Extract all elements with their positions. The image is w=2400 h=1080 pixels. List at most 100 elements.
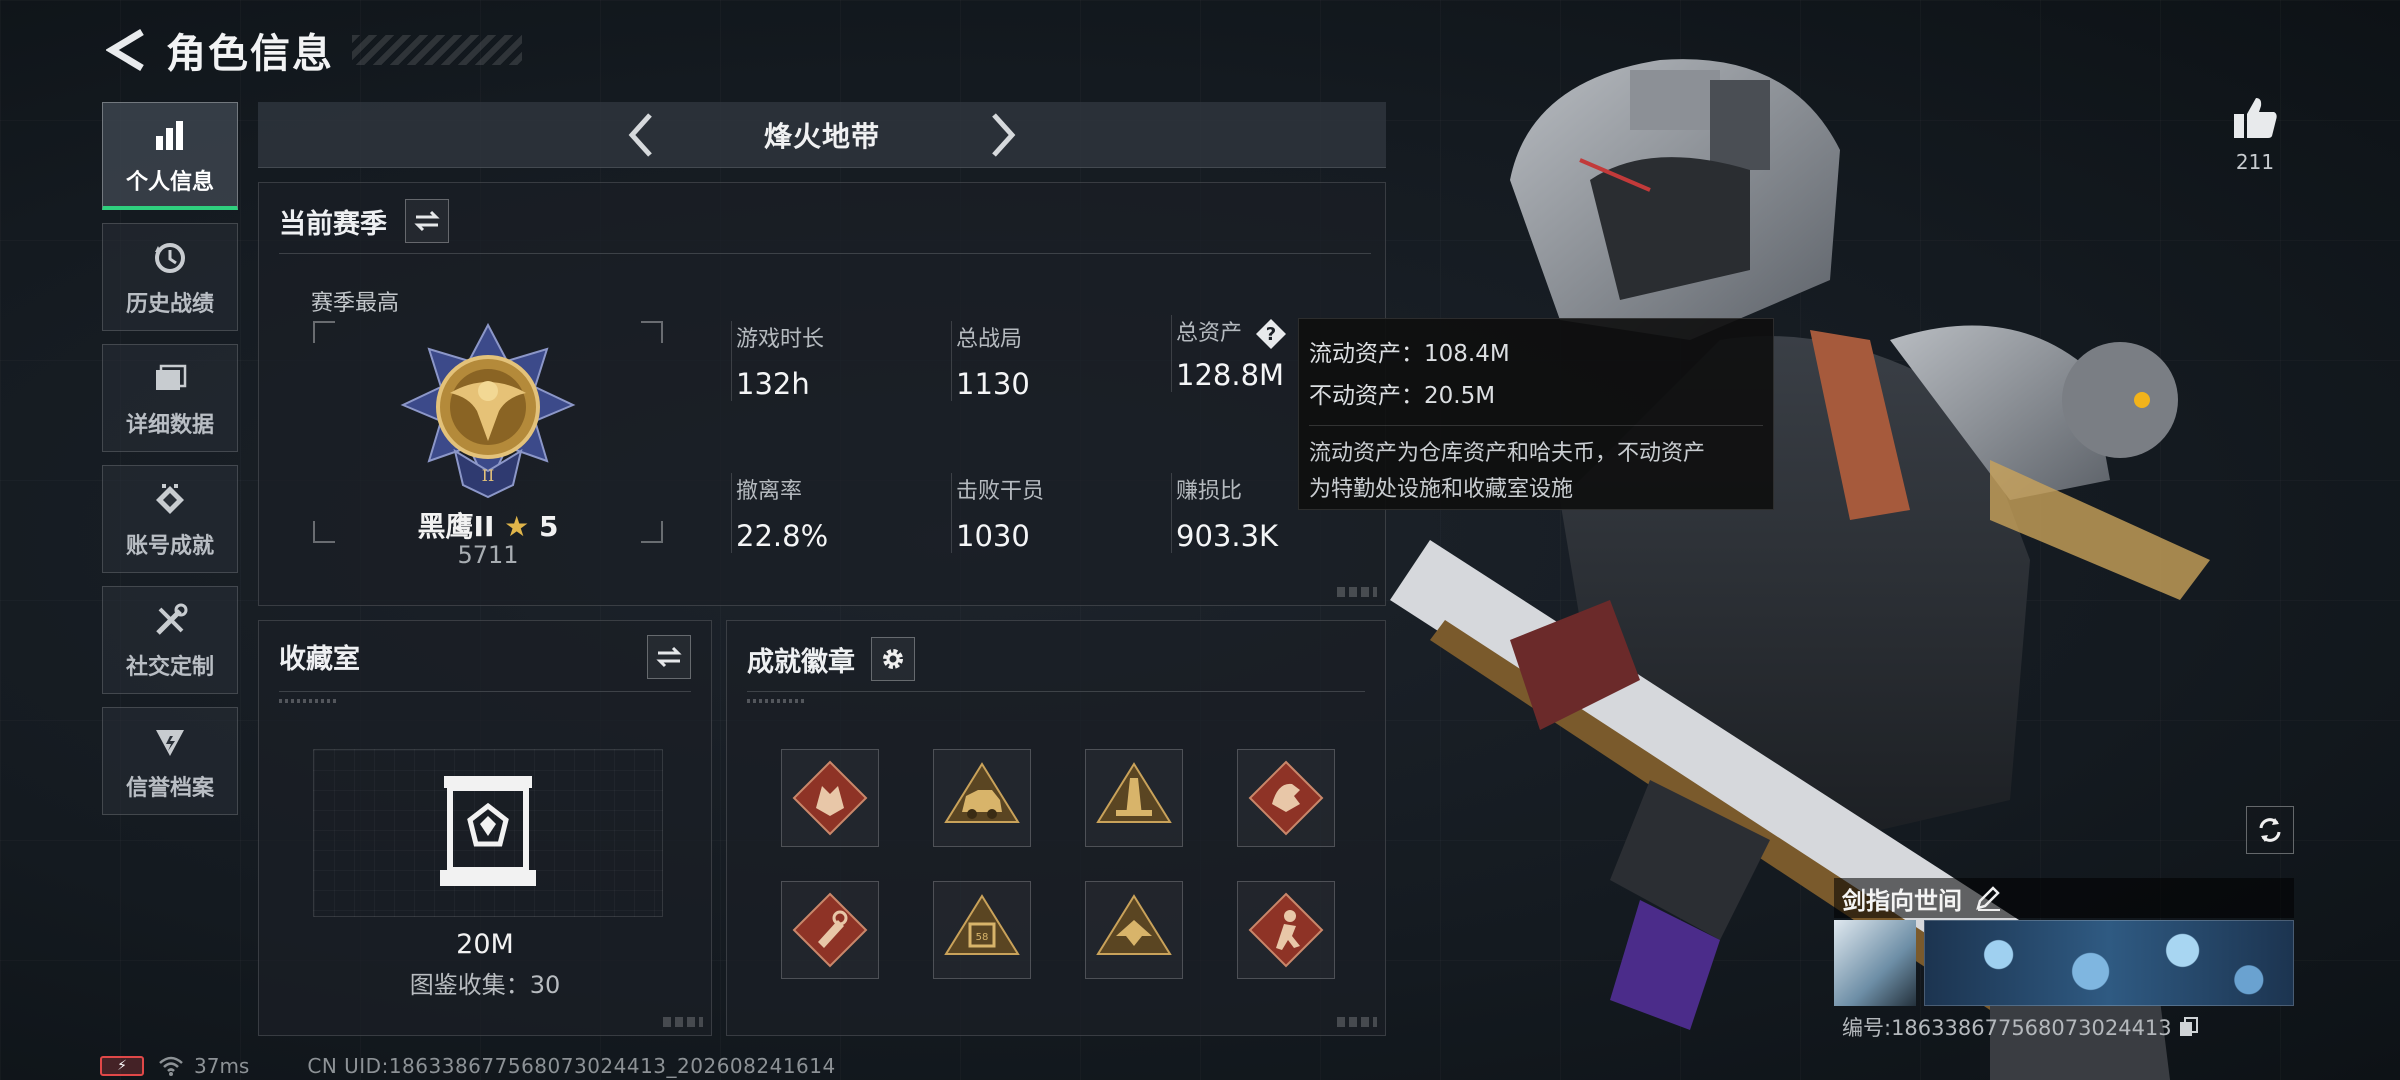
back-arrow-icon xyxy=(106,28,144,72)
sidebar-item-label: 社交定制 xyxy=(125,655,214,680)
player-name: 剑指向世间 xyxy=(1842,886,1962,915)
black-hawk-rank-icon: II xyxy=(400,322,576,499)
help-icon[interactable]: ? xyxy=(1255,318,1287,350)
chevron-left-icon xyxy=(628,113,652,157)
edit-pencil-icon[interactable] xyxy=(1974,884,2002,912)
stat-value: 128.8M xyxy=(1176,358,1285,392)
mode-next-button[interactable] xyxy=(978,110,1028,160)
sidebar-item-reputation[interactable]: 信誉档案 xyxy=(102,707,238,815)
stat-label: 总战局 xyxy=(956,327,1023,352)
sidebar-item-label: 账号成就 xyxy=(125,534,214,559)
achievement-badges-panel: 成就徽章 58 xyxy=(726,620,1386,1036)
badge-slot[interactable] xyxy=(1237,749,1335,847)
achievement-diamond-icon xyxy=(148,478,192,522)
like-count: 211 xyxy=(2235,150,2275,174)
frame-corner xyxy=(313,321,335,343)
badges-settings-button[interactable] xyxy=(871,637,915,681)
sidebar-item-detailed-data[interactable]: 详细数据 xyxy=(102,344,238,452)
page-title: 角色信息 xyxy=(166,31,334,77)
collection-switch-button[interactable] xyxy=(647,635,691,679)
collection-title: 收藏室 xyxy=(279,644,360,675)
stat-value: 132h xyxy=(736,367,810,401)
collection-display[interactable] xyxy=(313,749,663,917)
mode-title: 烽火地带 xyxy=(763,119,880,153)
sidebar-item-personal-info[interactable]: 个人信息 xyxy=(102,102,238,210)
tool-badge-icon xyxy=(792,892,868,968)
collection-panel-header: 收藏室 xyxy=(279,637,360,676)
stat-value: 1130 xyxy=(956,367,1030,401)
crate-badge-icon: 58 xyxy=(944,894,1020,955)
wifi-icon xyxy=(159,1056,183,1076)
stat-extraction-rate: 撤离率 22.8% xyxy=(731,473,828,553)
like-button[interactable]: 211 xyxy=(2222,96,2288,174)
status-bar: ⚡ 37ms CN UID:1863386775680730244​13_202… xyxy=(100,1054,836,1078)
namecard-banner-image[interactable] xyxy=(1924,920,2294,1006)
badge-slot[interactable] xyxy=(781,881,879,979)
stat-value: 1030 xyxy=(956,519,1030,553)
badge-slot[interactable] xyxy=(1085,749,1183,847)
season-switch-button[interactable] xyxy=(405,199,449,243)
stat-value: 903.3K xyxy=(1176,519,1279,553)
title-decoration xyxy=(352,35,522,65)
stat-total-assets: 总资产 ? 128.8M xyxy=(1171,315,1287,392)
stat-label: 撤离率 xyxy=(736,479,803,504)
ping-value: 37ms xyxy=(194,1054,250,1078)
badge-slot[interactable]: 58 xyxy=(933,881,1031,979)
collection-value: 20M xyxy=(456,929,514,960)
badge-slot[interactable] xyxy=(781,749,879,847)
frame-corner xyxy=(641,321,663,343)
stat-label: 总资产 ? xyxy=(1176,315,1287,350)
stat-play-time: 游戏时长 132h xyxy=(731,321,824,401)
reputation-shield-icon xyxy=(148,720,192,764)
swap-icon xyxy=(414,210,440,232)
asset-tooltip: 流动资产：108.4M 不动资产：20.5M 流动资产为仓库资产和哈夫币，不动资… xyxy=(1298,318,1774,510)
swap-icon xyxy=(656,646,682,668)
badges-panel-header: 成就徽章 xyxy=(747,637,915,681)
display-case-icon xyxy=(440,776,536,886)
vehicle-badge-icon xyxy=(944,762,1020,823)
svg-text:II: II xyxy=(482,466,495,485)
badge-slot[interactable] xyxy=(1237,881,1335,979)
player-id: 编号:1863386775680730244​13 xyxy=(1842,1016,2172,1040)
corner-decoration xyxy=(1337,1017,1377,1027)
badge-slot[interactable] xyxy=(1085,881,1183,979)
avatar-thumbnail[interactable] xyxy=(1834,920,1916,1006)
sidebar-item-label: 个人信息 xyxy=(125,169,214,195)
rotate-character-button[interactable] xyxy=(2246,806,2294,854)
svg-text:58: 58 xyxy=(976,932,989,943)
sidebar-item-label: 详细数据 xyxy=(125,413,214,438)
player-name-row: 剑指向世间 xyxy=(1834,878,2294,918)
stat-value: 22.8% xyxy=(736,519,829,553)
back-button[interactable] xyxy=(100,24,152,76)
divider xyxy=(747,691,1365,692)
badge-slot[interactable] xyxy=(933,749,1031,847)
history-clock-icon xyxy=(148,236,192,280)
folder-icon xyxy=(148,357,192,401)
mode-prev-button[interactable] xyxy=(616,110,666,160)
soldier-badge-icon xyxy=(1248,892,1324,968)
sidebar-item-label: 信誉档案 xyxy=(125,776,214,801)
star-icon: ★ xyxy=(504,510,530,543)
tooltip-liquid-assets: 流动资产：108.4M xyxy=(1309,341,1510,367)
copy-icon[interactable] xyxy=(2178,1016,2200,1038)
sidebar-item-history[interactable]: 历史战绩 xyxy=(102,223,238,331)
stat-label: 击败干员 xyxy=(956,479,1045,504)
sidebar-item-social-custom[interactable]: 社交定制 xyxy=(102,586,238,694)
stat-label: 游戏时长 xyxy=(736,327,825,352)
chevron-right-icon xyxy=(992,113,1016,157)
tooltip-description-line1: 流动资产为仓库资产和哈夫币，不动资产 xyxy=(1309,441,1706,466)
player-id-row: 编号:1863386775680730244​13 xyxy=(1842,1012,2200,1042)
divider xyxy=(279,253,1371,254)
panel-tag-decoration xyxy=(279,699,339,703)
season-panel: 当前赛季 赛季最高 II 黑鹰II ★ 5 5711 游戏时长 132h 总战局… xyxy=(258,182,1386,606)
sidebar-item-account-achievements[interactable]: 账号成就 xyxy=(102,465,238,573)
season-title: 当前赛季 xyxy=(279,208,387,240)
mode-switcher: 烽火地带 xyxy=(258,102,1386,168)
client-uid: CN UID:1863386775680730244​13_2026082416… xyxy=(307,1054,836,1078)
tower-badge-icon xyxy=(1096,762,1172,823)
stat-operators-defeated: 击败干员 1030 xyxy=(951,473,1044,553)
player-namecard: 剑指向世间 编号:1863386775680730244​13 xyxy=(1834,878,2294,1040)
stat-label-text: 总资产 xyxy=(1176,321,1243,346)
season-best-label: 赛季最高 xyxy=(311,291,400,316)
wrench-screwdriver-icon xyxy=(148,599,192,643)
